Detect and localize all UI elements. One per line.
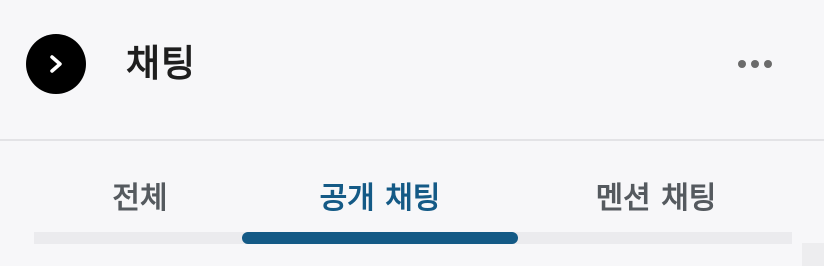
- back-button[interactable]: [26, 34, 86, 94]
- chat-screen: 채팅 전체 공개 채팅 멘션 채팅: [0, 0, 824, 266]
- tab-bar: 전체 공개 채팅 멘션 채팅: [0, 141, 824, 266]
- scroll-edge: [802, 243, 824, 266]
- chevron-right-icon: [47, 52, 65, 76]
- more-horizontal-icon: [737, 59, 773, 69]
- tab-all[interactable]: 전체: [80, 171, 200, 227]
- tab-public-chat[interactable]: 공개 채팅: [242, 171, 518, 227]
- page-title: 채팅: [126, 42, 197, 85]
- tab-mention-chat[interactable]: 멘션 채팅: [520, 171, 792, 227]
- tab-active-indicator: [242, 232, 518, 244]
- header: 채팅: [0, 0, 824, 140]
- more-options-button[interactable]: [728, 48, 782, 80]
